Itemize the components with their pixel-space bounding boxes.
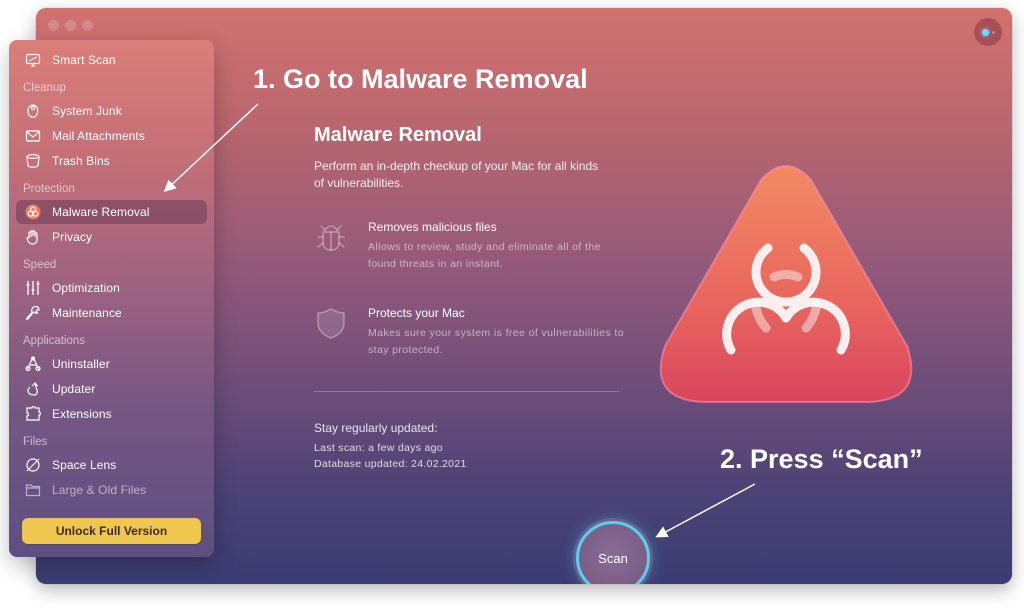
content-divider (314, 391, 619, 392)
assistant-dot-icon (991, 30, 995, 34)
planet-icon (24, 456, 42, 474)
window-controls (48, 20, 93, 31)
hand-icon (24, 228, 42, 246)
sidebar-item-large-old-files[interactable]: Large & Old Files (16, 478, 207, 502)
page-title: Malware Removal (314, 124, 482, 146)
sidebar-item-updater[interactable]: Updater (16, 377, 207, 401)
update-heading: Stay regularly updated: (314, 421, 438, 435)
sidebar-section-files: Files (23, 436, 48, 448)
trash-bin-icon (24, 152, 42, 170)
scan-button[interactable]: Scan (576, 521, 650, 584)
sidebar-item-label: System Junk (52, 104, 122, 118)
screenshot-stage: Malware Removal Perform an in-depth chec… (0, 0, 1024, 613)
shield-icon (317, 308, 345, 339)
annotation-step-2: 2. Press “Scan” (720, 444, 923, 474)
sidebar-item-mail-attachments[interactable]: Mail Attachments (16, 124, 207, 148)
zoom-button[interactable] (82, 20, 93, 31)
sidebar-item-label: Smart Scan (52, 53, 116, 67)
update-arrow-icon (24, 380, 42, 398)
close-button[interactable] (48, 20, 59, 31)
page-description: Perform an in-depth checkup of your Mac … (314, 159, 599, 190)
sidebar-item-label: Optimization (52, 281, 120, 295)
monitor-scan-icon (24, 51, 42, 69)
feature-title: Protects your Mac (368, 306, 465, 320)
annotation-step-1: 1. Go to Malware Removal (253, 64, 588, 94)
feature-description: Makes sure your system is free of vulner… (368, 327, 624, 356)
sidebar-item-malware-removal[interactable]: Malware Removal (16, 200, 207, 224)
sidebar-section-protection: Protection (23, 183, 75, 195)
sidebar-section-cleanup: Cleanup (23, 82, 66, 94)
sidebar: Smart Scan Cleanup System Junk Mail Atta… (9, 40, 214, 557)
feature-description: Allows to review, study and eliminate al… (368, 241, 601, 270)
sidebar-item-label: Privacy (52, 230, 93, 244)
sliders-icon (24, 279, 42, 297)
feature-title: Removes malicious files (368, 220, 497, 234)
sidebar-item-label: Large & Old Files (52, 483, 147, 497)
sidebar-item-label: Maintenance (52, 306, 122, 320)
sidebar-item-optimization[interactable]: Optimization (16, 276, 207, 300)
sidebar-section-speed: Speed (23, 259, 57, 271)
sidebar-item-smart-scan[interactable]: Smart Scan (16, 48, 207, 72)
minimize-button[interactable] (65, 20, 76, 31)
assistant-button[interactable] (974, 18, 1002, 46)
folder-icon (24, 481, 42, 499)
sidebar-item-system-junk[interactable]: System Junk (16, 99, 207, 123)
wrench-icon (24, 304, 42, 322)
bug-icon (317, 225, 345, 251)
sidebar-item-label: Space Lens (52, 458, 117, 472)
last-scan-text: Last scan: a few days ago (314, 442, 443, 454)
mail-icon (24, 127, 42, 145)
database-updated-text: Database updated: 24.02.2021 (314, 458, 467, 470)
uninstaller-icon (24, 355, 42, 373)
biohazard-triangle-icon (659, 165, 913, 403)
system-junk-icon (24, 102, 42, 120)
sidebar-item-space-lens[interactable]: Space Lens (16, 453, 207, 477)
sidebar-item-label: Uninstaller (52, 357, 110, 371)
sidebar-item-label: Trash Bins (52, 154, 110, 168)
sidebar-item-trash-bins[interactable]: Trash Bins (16, 149, 207, 173)
sidebar-item-extensions[interactable]: Extensions (16, 402, 207, 426)
sidebar-section-applications: Applications (23, 335, 86, 347)
sidebar-item-label: Updater (52, 382, 96, 396)
assistant-orb-icon (981, 28, 989, 36)
sidebar-item-maintenance[interactable]: Maintenance (16, 301, 207, 325)
sidebar-item-uninstaller[interactable]: Uninstaller (16, 352, 207, 376)
puzzle-icon (24, 405, 42, 423)
sidebar-item-label: Malware Removal (52, 205, 150, 219)
sidebar-item-privacy[interactable]: Privacy (16, 225, 207, 249)
sidebar-item-label: Extensions (52, 407, 112, 421)
sidebar-item-label: Mail Attachments (52, 129, 145, 143)
unlock-full-version-button[interactable]: Unlock Full Version (22, 518, 201, 544)
biohazard-icon (24, 203, 42, 221)
